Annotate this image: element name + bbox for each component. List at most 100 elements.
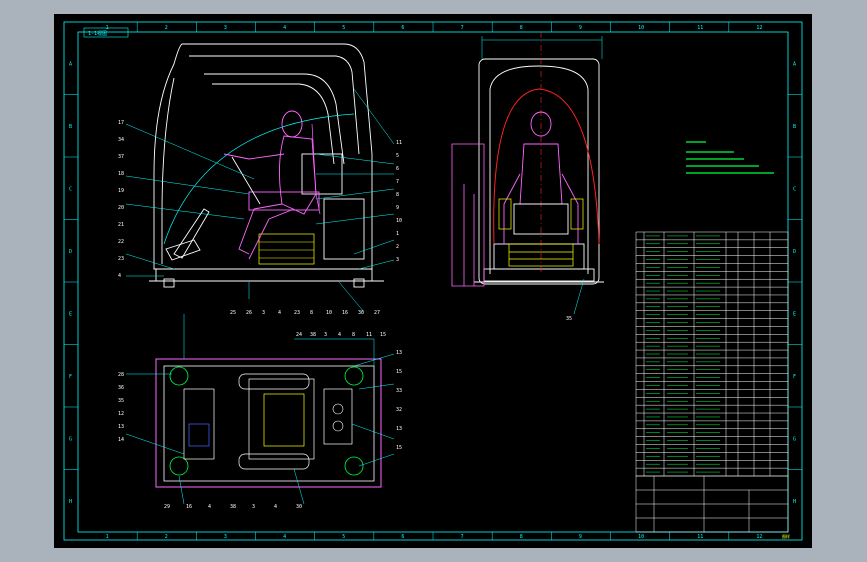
callout-number: 7 — [396, 179, 399, 185]
callout-number: 16 — [186, 504, 192, 510]
side-view-callouts-bottom: 25 26 3 4 23 8 10 16 36 27 — [230, 310, 380, 316]
drawing-sheet: 1 2 3 4 5 6 7 8 9 10 11 12 1 2 3 4 5 6 7 8 9 10 11 12 A A B B C C D D E E… — [54, 14, 812, 548]
callout-number: 15 — [396, 445, 402, 451]
frame-col-label-top: 5 — [342, 25, 345, 31]
callout-number: 8 — [352, 332, 355, 338]
frame-row-label-right: G — [793, 436, 796, 442]
side-view — [149, 43, 384, 288]
callout-number: 12 — [118, 411, 124, 417]
frame-col-label-top: 10 — [638, 25, 644, 31]
callout-number: 34 — [118, 137, 124, 143]
frame-col-label-bottom: 5 — [342, 534, 345, 540]
frame-row-label-left: A — [69, 61, 72, 67]
callout-number: 5 — [396, 153, 399, 159]
callout-number: 23 — [294, 310, 300, 316]
frame-row-label-left: C — [69, 186, 72, 192]
callout-number: 38 — [310, 332, 316, 338]
side-view-leaders — [125, 88, 395, 313]
frame-row-label-left: D — [69, 249, 72, 255]
frame-col-label-top: 11 — [697, 25, 703, 31]
callout-number: 13 — [396, 350, 402, 356]
callout-number: 20 — [118, 205, 124, 211]
callout-number: 15 — [380, 332, 386, 338]
frame-col-label-bottom: 12 — [756, 534, 762, 540]
frame-row-label-right: A — [793, 61, 796, 67]
frame-col-label-bottom: 10 — [638, 534, 644, 540]
plan-view-leaders — [125, 314, 395, 505]
frame-col-label-top: 9 — [579, 25, 582, 31]
frame-row-label-right: E — [793, 311, 796, 317]
callout-number: 3 — [262, 310, 265, 316]
bill-of-materials-table — [635, 231, 789, 477]
callout-number: 35 — [566, 316, 572, 322]
callout-number: 11 — [366, 332, 372, 338]
frame-col-label-top: 2 — [165, 25, 168, 31]
callout-number: 4 — [278, 310, 281, 316]
callout-number: 4 — [338, 332, 341, 338]
view-title-tag: 1-1视图 — [88, 30, 107, 37]
frame-col-label-bottom: 11 — [697, 534, 703, 540]
frame-col-label-top: 3 — [224, 25, 227, 31]
callout-number: 21 — [118, 222, 124, 228]
plan-view-callouts-top: 24 38 3 4 8 11 15 — [296, 332, 386, 338]
plan-view-callouts-right: 13 15 33 32 13 15 — [396, 350, 402, 451]
frame-col-label-bottom: 1 — [106, 534, 109, 540]
frame-row-label-right: F — [793, 374, 796, 380]
frame-col-label-bottom: 6 — [401, 534, 404, 540]
frame-col-label-bottom: 3 — [224, 534, 227, 540]
callout-number: 30 — [296, 504, 302, 510]
frame-row-label-right: D — [793, 249, 796, 255]
callout-number: 22 — [118, 239, 124, 245]
callout-number: 36 — [358, 310, 364, 316]
callout-number: 4 — [118, 273, 121, 279]
frame-row-label-right: C — [793, 186, 796, 192]
frame-col-label-bottom: 8 — [520, 534, 523, 540]
callout-number: 15 — [396, 369, 402, 375]
callout-number: 13 — [396, 426, 402, 432]
callout-number: 25 — [230, 310, 236, 316]
callout-number: 6 — [396, 166, 399, 172]
frame-row-label-left: H — [69, 499, 72, 505]
frame-grid-labels: 1 2 3 4 5 6 7 8 9 10 11 121 2 3 4 5 6 7 8 9 10 11 12A AB BC CD DE E… — [69, 25, 796, 540]
callout-number: 3 — [252, 504, 255, 510]
plan-view — [155, 358, 382, 488]
callout-number: 11 — [396, 140, 402, 146]
title-block — [635, 475, 789, 533]
frame-row-label-left: B — [69, 124, 72, 130]
callout-number: 27 — [374, 310, 380, 316]
operator-figure-side — [223, 110, 321, 260]
callout-number: 18 — [118, 171, 124, 177]
side-view-callouts-right: 11 5 6 7 8 9 10 1 2 3 — [396, 140, 402, 263]
callout-number: 10 — [326, 310, 332, 316]
frame-col-label-top: 8 — [520, 25, 523, 31]
callout-number: 17 — [118, 120, 124, 126]
frame-col-label-bottom: 2 — [165, 534, 168, 540]
frame-col-label-top: 12 — [756, 25, 762, 31]
callout-number: 16 — [342, 310, 348, 316]
title-block-label: 图样 — [782, 533, 790, 539]
plan-view-callouts-left: 28 36 35 12 13 14 — [118, 372, 124, 443]
callout-number: 9 — [396, 205, 399, 211]
callout-number: 14 — [118, 437, 124, 443]
frame-col-label-top: 7 — [461, 25, 464, 31]
callout-number: 8 — [310, 310, 313, 316]
frame-row-label-left: F — [69, 374, 72, 380]
callout-number: 3 — [396, 257, 399, 263]
technical-notes — [686, 141, 774, 174]
frame-row-label-right: B — [793, 124, 796, 130]
callout-number: 23 — [118, 256, 124, 262]
callout-number: 4 — [274, 504, 277, 510]
callout-number: 35 — [118, 398, 124, 404]
callout-number: 10 — [396, 218, 402, 224]
callout-number: 29 — [164, 504, 170, 510]
callout-number: 28 — [118, 372, 124, 378]
frame-col-label-bottom: 9 — [579, 534, 582, 540]
frame-row-label-left: E — [69, 311, 72, 317]
callout-number: 19 — [118, 188, 124, 194]
frame-row-label-left: G — [69, 436, 72, 442]
callout-number: 33 — [396, 388, 402, 394]
frame-col-label-top: 4 — [283, 25, 286, 31]
callout-number: 38 — [230, 504, 236, 510]
callout-number: 32 — [396, 407, 402, 413]
callout-number: 36 — [118, 385, 124, 391]
